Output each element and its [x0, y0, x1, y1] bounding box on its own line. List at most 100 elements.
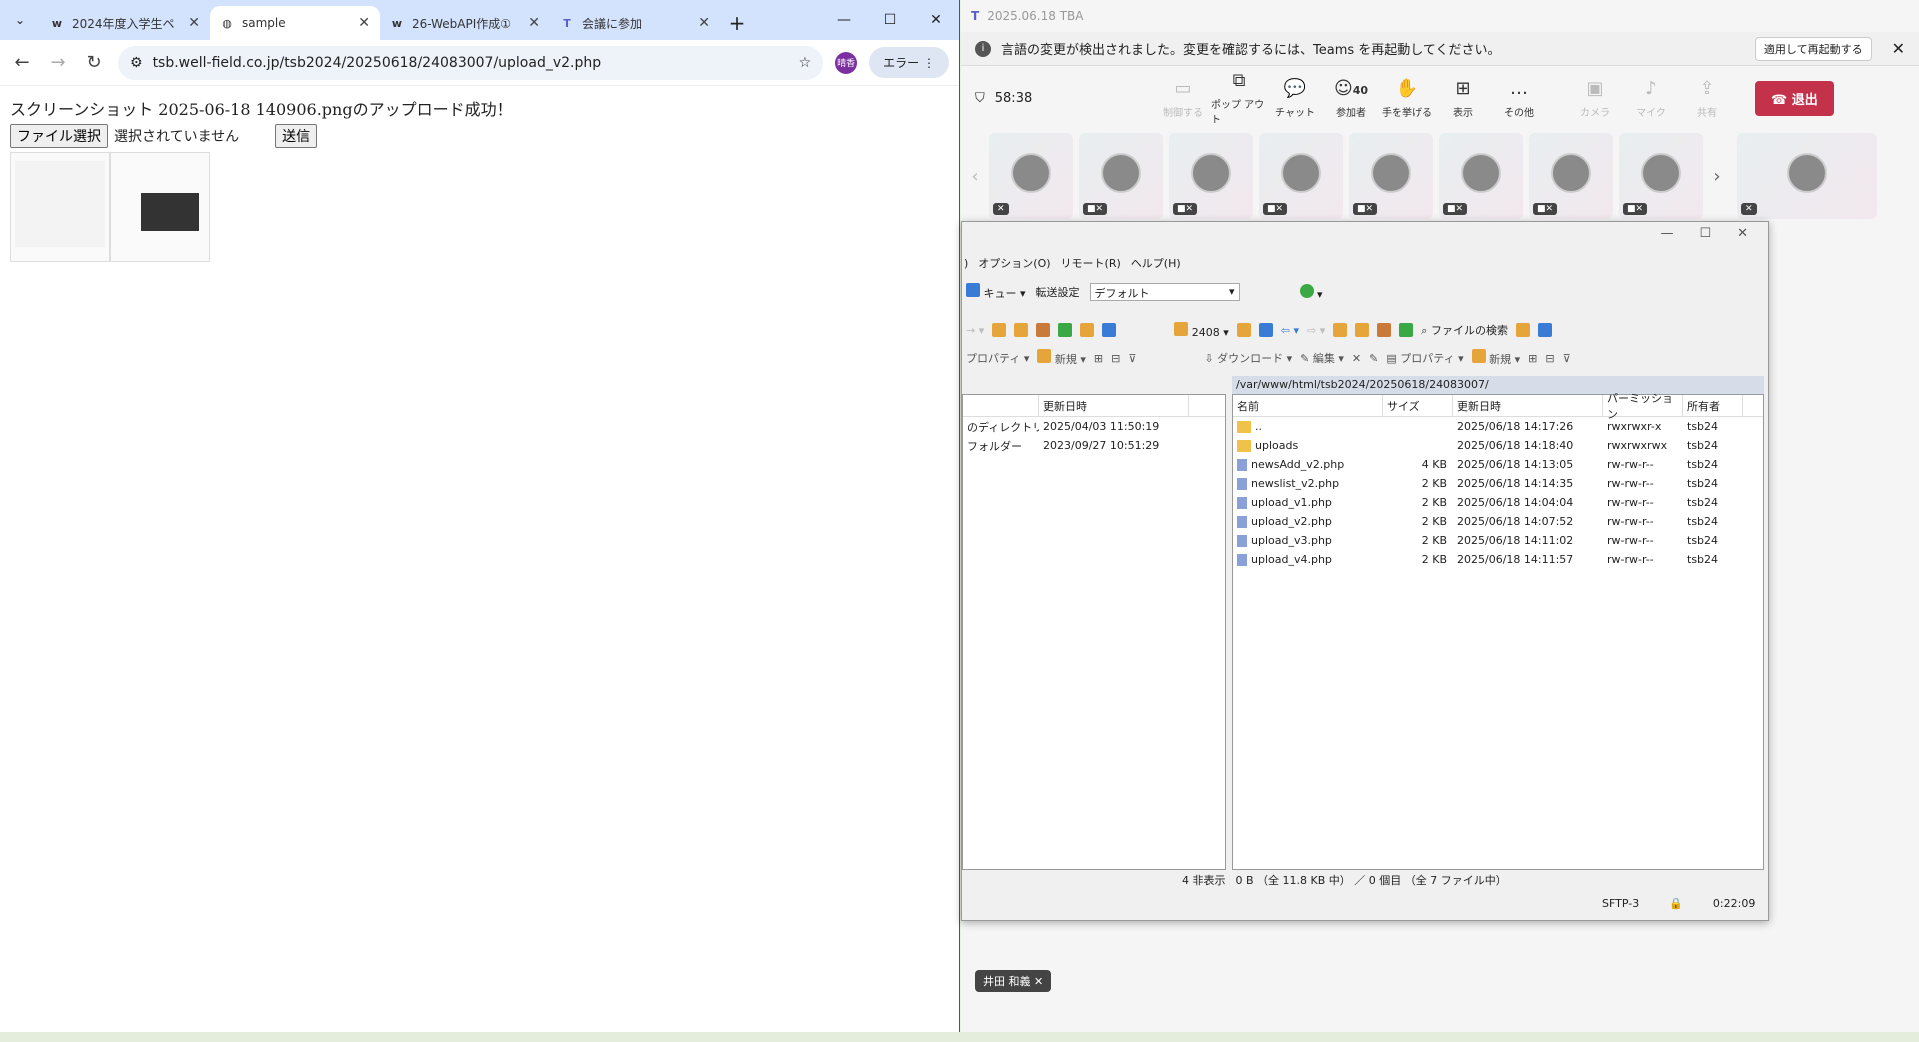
self-tile[interactable]: ✕ [1737, 133, 1877, 219]
control-button[interactable]: ▭ 制御する [1155, 78, 1211, 119]
leave-button[interactable]: ☎ 退出 [1755, 80, 1834, 116]
mic-button[interactable]: ♪ マイク [1623, 78, 1679, 119]
view-button[interactable]: ⊞ 表示 [1435, 78, 1491, 119]
filter-icon[interactable]: ⊽ [1128, 352, 1136, 365]
close-button[interactable]: ✕ [913, 0, 959, 40]
more-button[interactable]: … その他 [1491, 78, 1547, 119]
star-icon[interactable]: ☆ [799, 55, 812, 71]
share-button[interactable]: ⇪ 共有 [1679, 78, 1735, 119]
chevron-right-icon[interactable]: › [1709, 166, 1725, 187]
plus-icon[interactable]: ⊞ [1094, 352, 1103, 365]
close-icon[interactable]: ✕ [698, 15, 710, 31]
participant-tile[interactable]: ✕ [989, 133, 1073, 219]
tab-2[interactable]: ◍ sample ✕ [210, 6, 380, 40]
filter-icon[interactable] [1258, 323, 1273, 337]
new-left-button[interactable]: 新規 ▾ [1037, 349, 1086, 367]
table-row[interactable]: upload_v2.php 2 KB 2025/06/18 14:07:52 rw-r… [1233, 512, 1763, 531]
home-icon[interactable] [1377, 323, 1392, 337]
back-arrow-icon[interactable]: ⇦ ▾ [1281, 324, 1299, 337]
new-right-button[interactable]: 新規 ▾ [1471, 349, 1520, 367]
home-icon[interactable] [1036, 323, 1051, 337]
back-arrow-icon[interactable]: ← [10, 52, 34, 73]
chat-button[interactable]: 💬 チャット [1267, 78, 1323, 119]
filter-icon[interactable] [1515, 323, 1530, 337]
table-row[interactable]: uploads 2025/06/18 14:18:40 rwxrwxrwx tsb24 [1233, 436, 1763, 455]
participant-tile[interactable]: ■✕ [1529, 133, 1613, 219]
column-header[interactable]: 更新日時 [1039, 395, 1189, 416]
column-header-name[interactable]: 名前 [1233, 395, 1383, 416]
delete-icon[interactable]: ✕ [1352, 352, 1361, 365]
menu-help[interactable]: ヘルプ(H) [1131, 255, 1181, 271]
table-row[interactable]: upload_v4.php 2 KB 2025/06/18 14:11:57 rw-r… [1233, 550, 1763, 569]
remote-path[interactable]: /var/www/html/tsb2024/20250618/24083007/ [1232, 376, 1764, 394]
participant-tile[interactable]: ■✕ [1259, 133, 1343, 219]
reload-icon[interactable]: ↻ [82, 52, 106, 73]
file-select-button[interactable]: ファイル選択 [10, 124, 108, 148]
participant-tile[interactable]: ■✕ [1079, 133, 1163, 219]
filter-icon[interactable]: ⊽ [1563, 352, 1571, 365]
participant-tile[interactable]: ■✕ [1169, 133, 1253, 219]
column-header-owner[interactable]: 所有者 [1683, 395, 1743, 416]
folder-icon[interactable] [1014, 323, 1029, 337]
list-item[interactable]: フォルダー 2023/09/27 10:51:29 [963, 436, 1225, 455]
tab-search-button[interactable]: ⌄ [0, 0, 40, 40]
folder-up-icon[interactable] [1333, 323, 1348, 337]
maximize-button[interactable]: ☐ [1699, 226, 1711, 248]
forward-arrow-icon[interactable]: ⇨ ▾ [1307, 324, 1325, 337]
find-files-button[interactable]: ⌕ ファイルの検索 [1421, 322, 1508, 338]
close-icon[interactable]: ✕ [188, 15, 200, 31]
column-header[interactable] [963, 395, 1039, 416]
column-header-perm[interactable]: パーミッション [1603, 392, 1683, 421]
minus-icon[interactable]: ⊟ [1545, 352, 1554, 365]
queue-button[interactable]: キュー ▾ [966, 283, 1026, 301]
close-icon[interactable]: ✕ [358, 15, 370, 31]
avatar[interactable]: 晴香 [835, 51, 858, 74]
rename-icon[interactable]: ✎ [1369, 352, 1378, 365]
submit-button[interactable]: 送信 [275, 124, 318, 148]
minus-icon[interactable]: ⊟ [1111, 352, 1120, 365]
close-button[interactable]: ✕ [1737, 226, 1748, 248]
menu-item[interactable]: ) [964, 257, 968, 270]
camera-button[interactable]: ▣ カメラ [1567, 78, 1623, 119]
column-header-size[interactable]: サイズ [1383, 395, 1453, 416]
participant-tile[interactable]: ■✕ [1439, 133, 1523, 219]
download-button[interactable]: ⇩ ダウンロード ▾ [1204, 350, 1292, 366]
minimize-button[interactable]: — [1660, 226, 1673, 248]
table-row[interactable]: .. 2025/06/18 14:17:26 rwxrwxr-x tsb24 [1233, 417, 1763, 436]
folder-icon[interactable] [1355, 323, 1370, 337]
column-header-date[interactable]: 更新日時 [1453, 395, 1603, 416]
tab-3[interactable]: w 26-WebAPI作成① ✕ [380, 6, 550, 40]
tab-4[interactable]: T 会議に参加 ✕ [550, 6, 720, 40]
popout-button[interactable]: ⧉ ポップ アウト [1211, 70, 1267, 126]
view-icon[interactable] [1537, 323, 1552, 337]
people-button[interactable]: ☺40 参加者 [1323, 78, 1379, 119]
forward-arrow-icon[interactable]: → [46, 52, 70, 73]
folder-up-icon[interactable] [992, 323, 1007, 337]
site-info-icon[interactable]: ⚙ [130, 55, 143, 71]
address-bar[interactable]: ⚙ tsb.well-field.co.jp/tsb2024/20250618/… [118, 45, 824, 80]
edit-button[interactable]: ✎ 編集 ▾ [1300, 350, 1344, 366]
close-icon[interactable]: ✕ [1892, 39, 1905, 58]
raise-hand-button[interactable]: ✋ 手を挙げる [1379, 78, 1435, 119]
sync-button[interactable]: ▾ [1299, 283, 1323, 301]
refresh-icon[interactable] [1058, 323, 1073, 337]
maximize-button[interactable]: ☐ [867, 0, 913, 40]
tab-1[interactable]: w 2024年度入学生ペ ✕ [40, 6, 210, 40]
forward-arrow-icon[interactable]: → ▾ [966, 324, 984, 337]
dir-select[interactable]: 2408 ▾ [1174, 321, 1229, 339]
table-row[interactable]: upload_v3.php 2 KB 2025/06/18 14:11:02 rw-r… [1233, 531, 1763, 550]
filter-icon[interactable] [1080, 323, 1095, 337]
participant-tile[interactable]: ■✕ [1349, 133, 1433, 219]
view-icon[interactable] [1102, 323, 1117, 337]
restart-button[interactable]: 適用して再起動する [1754, 36, 1872, 61]
participant-tile[interactable]: ■✕ [1619, 133, 1703, 219]
close-icon[interactable]: ✕ [528, 15, 540, 31]
open-folder-icon[interactable] [1236, 323, 1251, 337]
properties-left-button[interactable]: プロパティ ▾ [966, 350, 1029, 366]
chevron-left-icon[interactable]: ‹ [967, 166, 983, 187]
properties-right-button[interactable]: ▤ プロパティ ▾ [1386, 350, 1463, 366]
minimize-button[interactable]: — [821, 0, 867, 40]
table-row[interactable]: newsAdd_v2.php 4 KB 2025/06/18 14:13:05 rw-… [1233, 455, 1763, 474]
error-button[interactable]: エラー ⋮ [869, 47, 949, 78]
new-tab-button[interactable]: + [720, 6, 754, 40]
